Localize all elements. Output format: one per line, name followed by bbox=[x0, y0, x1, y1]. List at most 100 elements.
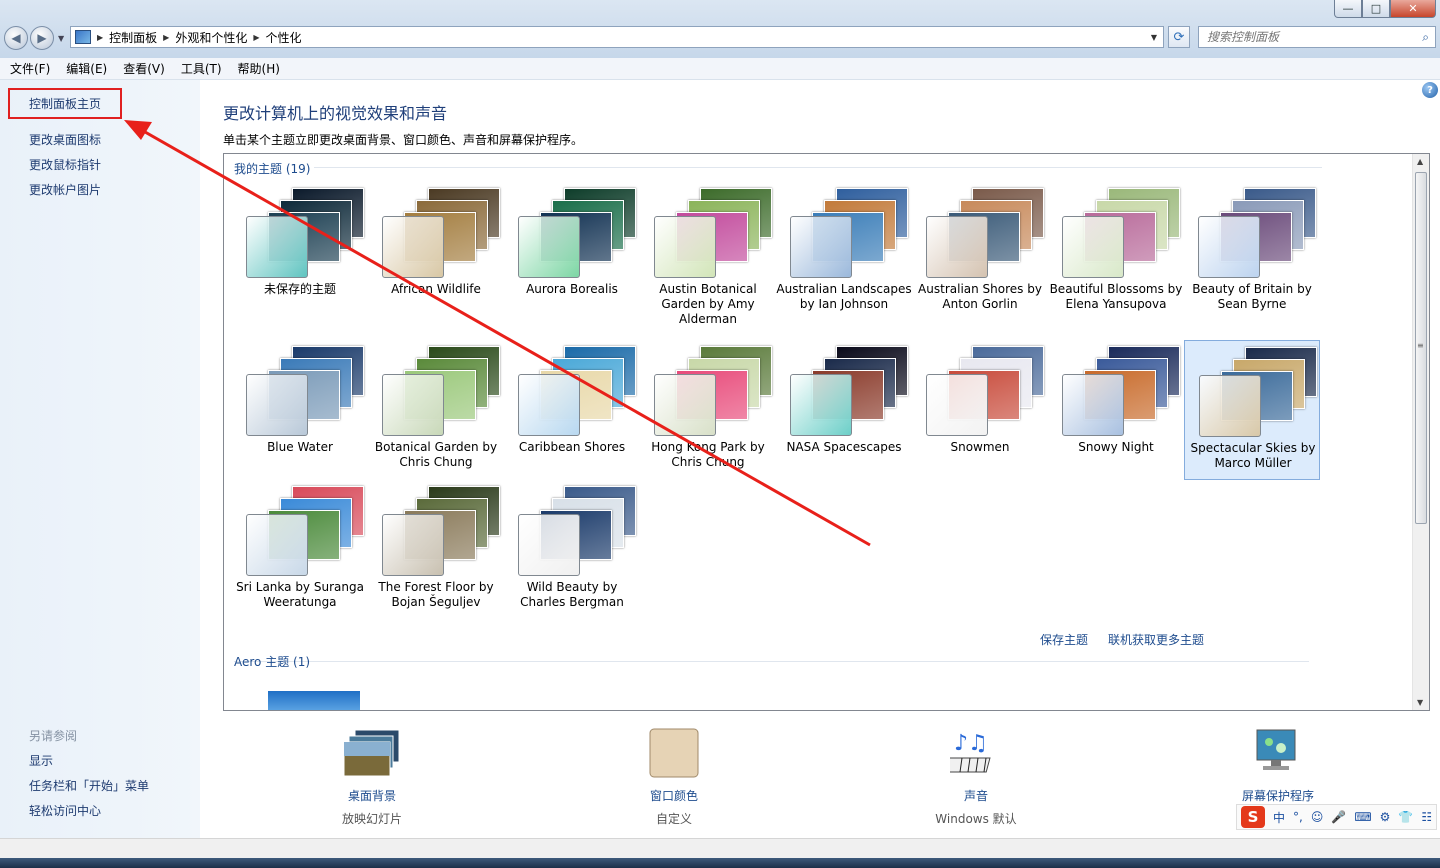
theme-window-color-swatch bbox=[654, 374, 716, 436]
theme-preview bbox=[382, 186, 502, 282]
theme-label: Australian Shores by Anton Gorlin bbox=[918, 282, 1042, 311]
my-themes-header[interactable]: 我的主题 (19) bbox=[234, 160, 310, 177]
theme-preview bbox=[926, 344, 1046, 440]
theme-tile[interactable]: Aurora Borealis bbox=[504, 182, 640, 322]
theme-tile[interactable]: Beauty of Britain by Sean Byrne bbox=[1184, 182, 1320, 322]
menu-file[interactable]: 文件(F) bbox=[10, 60, 50, 77]
close-button[interactable]: ✕ bbox=[1390, 0, 1436, 18]
breadcrumb-personalization[interactable]: 个性化 bbox=[266, 29, 302, 46]
theme-preview bbox=[246, 484, 366, 580]
ime-tools-icon[interactable]: ⚙ bbox=[1380, 810, 1391, 824]
theme-tile[interactable]: Australian Landscapes by Ian Johnson bbox=[776, 182, 912, 322]
screen-saver-label[interactable]: 屏幕保护程序 bbox=[1228, 787, 1328, 804]
ime-keyboard-icon[interactable]: ⌨ bbox=[1354, 810, 1371, 824]
theme-tile[interactable]: Botanical Garden by Chris Chung bbox=[368, 340, 504, 480]
search-icon[interactable]: ⌕ bbox=[1422, 30, 1429, 45]
ime-skin-icon[interactable]: 👕 bbox=[1398, 810, 1413, 824]
theme-tile[interactable]: Snowmen bbox=[912, 340, 1048, 480]
sounds-label[interactable]: 声音 bbox=[926, 787, 1026, 804]
menu-help[interactable]: 帮助(H) bbox=[238, 60, 280, 77]
theme-tile[interactable]: Caribbean Shores bbox=[504, 340, 640, 480]
theme-window-color-swatch bbox=[246, 374, 308, 436]
vertical-scrollbar[interactable]: ▲ ≡ ▼ bbox=[1412, 154, 1429, 710]
sounds-setting[interactable]: ♪♫ 声音 Windows 默认 bbox=[926, 728, 1026, 827]
window-color-label[interactable]: 窗口颜色 bbox=[624, 787, 724, 804]
refresh-button[interactable]: ⟳ bbox=[1168, 26, 1190, 48]
ime-emoji-icon[interactable]: ☺ bbox=[1311, 810, 1324, 824]
aero-theme-thumbnail[interactable] bbox=[268, 691, 360, 710]
theme-label: Sri Lanka by Suranga Weeratunga bbox=[236, 580, 364, 609]
breadcrumb-arrow-icon[interactable]: ▶ bbox=[163, 33, 169, 42]
screen-saver-setting[interactable]: 屏幕保护程序 bbox=[1228, 728, 1328, 810]
search-box[interactable]: ⌕ bbox=[1198, 26, 1436, 48]
sidebar-control-panel-home[interactable]: 控制面板主页 bbox=[29, 95, 101, 112]
theme-tile[interactable]: African Wildlife bbox=[368, 182, 504, 322]
sidebar-change-desktop-icons[interactable]: 更改桌面图标 bbox=[29, 131, 101, 148]
theme-tile[interactable]: Hong Kong Park by Chris Chung bbox=[640, 340, 776, 480]
theme-tile[interactable]: 未保存的主题 bbox=[232, 182, 368, 322]
theme-tile[interactable]: Sri Lanka by Suranga Weeratunga bbox=[232, 480, 368, 620]
ime-microphone-icon[interactable]: 🎤 bbox=[1331, 810, 1346, 824]
get-more-themes-link[interactable]: 联机获取更多主题 bbox=[1108, 631, 1204, 648]
see-also-taskbar-start-menu[interactable]: 任务栏和「开始」菜单 bbox=[29, 777, 149, 794]
search-input[interactable] bbox=[1207, 30, 1407, 44]
theme-label: Austin Botanical Garden by Amy Alderman bbox=[659, 282, 757, 326]
breadcrumb-arrow-icon[interactable]: ▶ bbox=[97, 33, 103, 42]
theme-window-color-swatch bbox=[382, 216, 444, 278]
desktop-background-label[interactable]: 桌面背景 bbox=[322, 787, 422, 804]
theme-tile[interactable]: Australian Shores by Anton Gorlin bbox=[912, 182, 1048, 322]
theme-tile[interactable]: The Forest Floor by Bojan Šeguljev bbox=[368, 480, 504, 620]
theme-window-color-swatch bbox=[926, 374, 988, 436]
theme-tile[interactable]: Beautiful Blossoms by Elena Yansupova bbox=[1048, 182, 1184, 322]
theme-window-color-swatch bbox=[790, 216, 852, 278]
ime-language-toggle[interactable]: 中 bbox=[1273, 809, 1285, 826]
scroll-up-arrow-icon[interactable]: ▲ bbox=[1417, 157, 1423, 166]
scroll-grip-icon: ≡ bbox=[1417, 341, 1424, 350]
address-bar[interactable]: ▶ 控制面板 ▶ 外观和个性化 ▶ 个性化 ▼ bbox=[70, 26, 1164, 48]
breadcrumb-appearance[interactable]: 外观和个性化 bbox=[175, 29, 247, 46]
breadcrumb-control-panel[interactable]: 控制面板 bbox=[109, 29, 157, 46]
theme-tile[interactable]: NASA Spacescapes bbox=[776, 340, 912, 480]
section-divider bbox=[314, 167, 1322, 168]
address-dropdown-icon[interactable]: ▼ bbox=[1151, 33, 1157, 42]
theme-label: Wild Beauty by Charles Bergman bbox=[520, 580, 624, 609]
see-also-ease-of-access[interactable]: 轻松访问中心 bbox=[29, 802, 101, 819]
menu-edit[interactable]: 编辑(E) bbox=[66, 60, 107, 77]
theme-label: Snowmen bbox=[950, 440, 1010, 454]
theme-preview bbox=[246, 344, 366, 440]
see-also-heading: 另请参阅 bbox=[29, 729, 78, 743]
ime-punctuation-toggle[interactable]: °, bbox=[1293, 810, 1303, 824]
minimize-button[interactable]: — bbox=[1334, 0, 1362, 18]
sidebar-change-mouse-pointers[interactable]: 更改鼠标指针 bbox=[29, 156, 101, 173]
theme-tile[interactable]: Blue Water bbox=[232, 340, 368, 480]
theme-preview bbox=[654, 344, 774, 440]
maximize-button[interactable]: □ bbox=[1362, 0, 1390, 18]
theme-preview bbox=[246, 186, 366, 282]
menu-tools[interactable]: 工具(T) bbox=[181, 60, 222, 77]
ime-menu-icon[interactable]: ☷ bbox=[1421, 810, 1432, 824]
scroll-down-arrow-icon[interactable]: ▼ bbox=[1417, 698, 1423, 707]
recent-pages-dropdown-icon[interactable]: ▼ bbox=[58, 34, 64, 43]
back-button[interactable]: ◀ bbox=[4, 26, 28, 50]
theme-list-panel[interactable]: 我的主题 (19) 未保存的主题 African Wildlife Aurora B… bbox=[223, 153, 1430, 711]
theme-label: Spectacular Skies by Marco Müller bbox=[1190, 441, 1316, 470]
theme-tile[interactable]: Snowy Night bbox=[1048, 340, 1184, 480]
forward-button[interactable]: ▶ bbox=[30, 26, 54, 50]
menu-view[interactable]: 查看(V) bbox=[123, 60, 165, 77]
theme-tile[interactable]: Wild Beauty by Charles Bergman bbox=[504, 480, 640, 620]
ime-toolbar[interactable]: S 中 °, ☺ 🎤 ⌨ ⚙ 👕 ☷ bbox=[1236, 804, 1438, 830]
sogou-logo-icon[interactable]: S bbox=[1241, 806, 1265, 828]
window-color-setting[interactable]: 窗口颜色 自定义 bbox=[624, 728, 724, 827]
theme-tile[interactable]: Spectacular Skies by Marco Müller bbox=[1184, 340, 1320, 480]
sidebar-change-account-picture[interactable]: 更改帐户图片 bbox=[29, 181, 101, 198]
sounds-value: Windows 默认 bbox=[935, 812, 1017, 826]
save-theme-link[interactable]: 保存主题 bbox=[1040, 631, 1088, 648]
help-icon[interactable]: ? bbox=[1422, 82, 1438, 98]
breadcrumb-arrow-icon[interactable]: ▶ bbox=[253, 33, 259, 42]
theme-label: Australian Landscapes by Ian Johnson bbox=[776, 282, 912, 311]
see-also-display[interactable]: 显示 bbox=[29, 752, 53, 769]
aero-themes-header[interactable]: Aero 主题 (1) bbox=[234, 653, 310, 670]
theme-tile[interactable]: Austin Botanical Garden by Amy Alderman bbox=[640, 182, 776, 326]
desktop-background-setting[interactable]: 桌面背景 放映幻灯片 bbox=[322, 728, 422, 827]
theme-window-color-swatch bbox=[246, 216, 308, 278]
